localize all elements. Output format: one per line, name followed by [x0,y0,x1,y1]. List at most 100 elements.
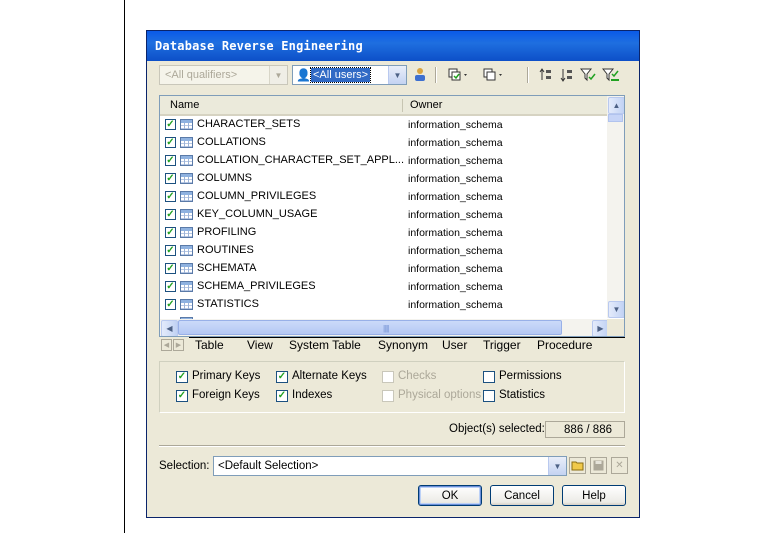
row-name: SCHEMA_PRIVILEGES [197,280,316,292]
scroll-down-icon[interactable]: ▼ [608,301,624,318]
checkbox-checked[interactable] [176,390,188,402]
list-header: Name Owner [160,96,608,116]
indexes-label: Indexes [292,389,333,401]
user-properties-icon[interactable] [413,66,427,84]
row-owner: information_schema [408,191,503,203]
row-checkbox[interactable] [165,137,176,148]
row-checkbox[interactable] [165,119,176,130]
toolbar-separator [435,67,436,83]
list-rows: CHARACTER_SETSinformation_schemaCOLLATIO… [160,116,608,332]
column-header-owner[interactable]: Owner [410,99,442,111]
tab-synonym[interactable]: Synonym [378,338,428,352]
clear-filter-icon[interactable] [602,66,620,84]
row-checkbox[interactable] [165,281,176,292]
open-folder-icon[interactable] [569,457,586,474]
ok-button[interactable]: OK [418,485,482,506]
table-row[interactable]: COLLATION_CHARACTER_SET_APPL...informati… [160,152,608,170]
objects-selected-value: 886 / 886 [545,421,625,438]
checkbox-unchecked[interactable] [483,371,495,383]
users-combo[interactable]: 👤 <All users> ▼ [292,65,407,85]
table-icon [180,263,193,274]
row-checkbox[interactable] [165,263,176,274]
checkbox-disabled [382,390,394,402]
table-row[interactable]: SCHEMA_PRIVILEGES information_schema [160,278,608,296]
table-row[interactable]: STATISTICS information_schema [160,296,608,314]
column-header-name[interactable]: Name [170,99,199,111]
table-row[interactable]: PROFILING information_schema [160,224,608,242]
tab-procedure[interactable]: Procedure [537,338,592,352]
separator-line [159,445,625,446]
row-checkbox[interactable] [165,191,176,202]
tab-system-table[interactable]: System Table [289,338,361,352]
title-bar[interactable]: Database Reverse Engineering [147,31,639,61]
row-owner: information_schema [408,173,503,185]
chevron-down-icon[interactable]: ▼ [548,457,566,475]
row-checkbox[interactable] [165,299,176,310]
table-row[interactable]: SCHEMATA information_schema [160,260,608,278]
tab-scroll-right-icon[interactable]: ▶ [173,339,184,351]
options-group: Primary Keys Foreign Keys Alternate Keys… [159,361,625,413]
table-row[interactable]: COLUMNS information_schema [160,170,608,188]
checkbox-unchecked[interactable] [483,390,495,402]
table-row[interactable]: COLUMN_PRIVILEGES information_schema [160,188,608,206]
tab-table[interactable]: Table [195,338,224,352]
permissions-label: Permissions [499,370,562,382]
row-name: STATISTICS [197,298,259,310]
foreign-keys-label: Foreign Keys [192,389,260,401]
selection-combo[interactable]: <Default Selection> ▼ [213,456,567,476]
column-divider[interactable] [402,99,403,112]
row-checkbox[interactable] [165,209,176,220]
save-icon[interactable] [590,457,607,474]
row-checkbox[interactable] [165,245,176,256]
statistics-label: Statistics [499,389,546,401]
scroll-left-icon[interactable]: ◀ [161,320,178,336]
row-owner: information_schema [408,155,503,167]
select-all-icon[interactable] [448,66,470,84]
selection-label: Selection: [159,460,210,472]
vertical-scroll-thumb[interactable] [608,114,623,122]
tab-view[interactable]: View [247,338,273,352]
qualifiers-combo[interactable]: <All qualifiers> ▼ [159,65,288,85]
table-icon [180,155,193,166]
horizontal-scrollbar[interactable]: ◀ ||||| ▶ [160,319,609,336]
move-down-icon[interactable] [560,66,574,84]
move-up-icon[interactable] [539,66,553,84]
row-name: COLLATIONS [197,136,266,148]
row-name: SCHEMATA [197,262,257,274]
deselect-all-icon[interactable] [483,66,505,84]
table-icon [180,209,193,220]
table-row[interactable]: ROUTINES information_schema [160,242,608,260]
filter-icon[interactable] [580,66,596,84]
vertical-scrollbar[interactable]: ▲ ▼ [607,96,624,318]
alternate-keys-label: Alternate Keys [292,370,367,382]
tab-user[interactable]: User [442,338,467,352]
delete-icon[interactable]: ✕ [611,457,628,474]
row-checkbox[interactable] [165,173,176,184]
table-row[interactable]: COLLATIONS information_schema [160,134,608,152]
row-owner: information_schema [408,227,503,239]
row-name: COLUMNS [197,172,253,184]
table-row[interactable]: CHARACTER_SETS information_schema [160,116,608,134]
checkbox-checked[interactable] [276,371,288,383]
help-button[interactable]: Help [562,485,626,506]
qualifiers-placeholder: <All qualifiers> [165,69,238,81]
row-name: KEY_COLUMN_USAGE [197,208,318,220]
horizontal-scroll-thumb[interactable]: ||||| [178,320,562,335]
cancel-button[interactable]: Cancel [490,485,554,506]
table-icon [180,191,193,202]
row-name: COLUMN_PRIVILEGES [197,190,317,202]
scroll-up-icon[interactable]: ▲ [608,97,624,114]
dialog-title: Database Reverse Engineering [155,39,363,53]
row-name: ROUTINES [197,244,254,256]
tab-trigger[interactable]: Trigger [483,338,521,352]
checkbox-checked[interactable] [276,390,288,402]
table-icon [180,299,193,310]
objects-list[interactable]: Name Owner CHARACTER_SETS information_sch… [159,95,625,337]
table-icon [180,119,193,130]
table-icon [180,137,193,148]
row-checkbox[interactable] [165,227,176,238]
checkbox-checked[interactable] [176,371,188,383]
tab-scroll-left-icon[interactable]: ◀ [161,339,172,351]
row-checkbox[interactable] [165,155,176,166]
table-row[interactable]: KEY_COLUMN_USAGE information_schema [160,206,608,224]
